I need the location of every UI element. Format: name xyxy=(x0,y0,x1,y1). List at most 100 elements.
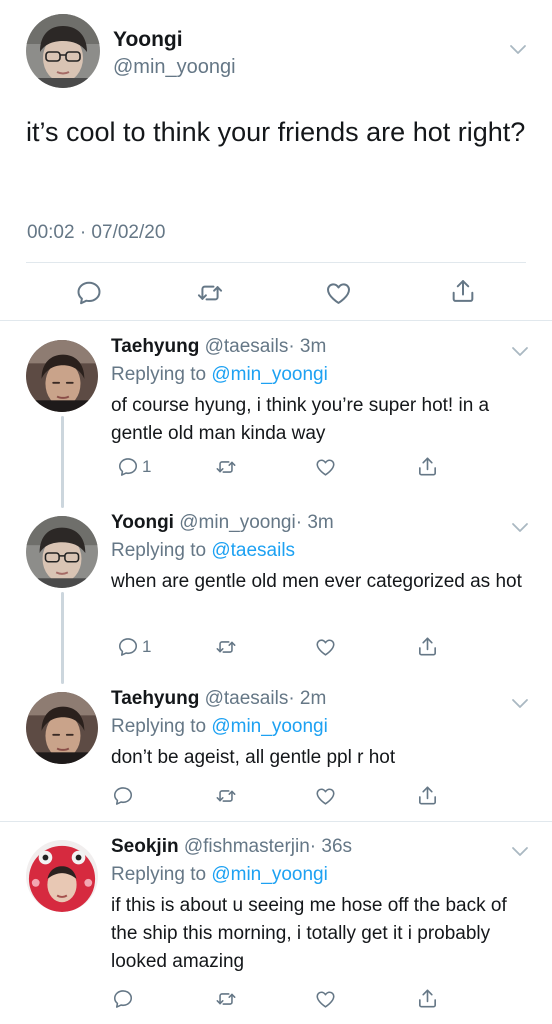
avatar-photo-seokjin xyxy=(26,840,98,912)
author-name[interactable]: Taehyung xyxy=(111,688,199,709)
share-icon xyxy=(416,784,439,807)
share-button[interactable] xyxy=(416,987,439,1010)
reply-text: when are gentle old men ever categorized… xyxy=(111,571,522,592)
author-name[interactable]: Seokjin xyxy=(111,836,179,857)
tweet-text: it’s cool to think your friends are hot … xyxy=(26,117,526,147)
replying-to-label: Replying to xyxy=(111,540,207,561)
retweet-icon xyxy=(214,785,238,807)
reply-tweet: Yoongi @min_yoongi· 3m Replying to @taes… xyxy=(0,498,552,668)
tweet-age: · 3m xyxy=(295,512,334,533)
author-handle[interactable]: @taesails xyxy=(205,688,289,709)
reply-button[interactable] xyxy=(75,279,103,307)
share-button[interactable] xyxy=(449,277,477,305)
reply-text: don’t be ageist, all gentle ppl r hot xyxy=(111,747,396,768)
reply-header: Yoongi @min_yoongi· 3m xyxy=(111,512,334,534)
like-icon xyxy=(314,785,337,807)
reply-header: Taehyung @taesails· 3m xyxy=(111,336,326,358)
avatar[interactable] xyxy=(26,516,98,588)
reply-button[interactable] xyxy=(112,785,134,807)
like-button[interactable] xyxy=(314,988,337,1010)
replying-to-label: Replying to xyxy=(111,364,207,385)
author-handle[interactable]: @min_yoongi xyxy=(179,512,295,533)
retweet-button[interactable] xyxy=(214,636,238,658)
retweet-button[interactable] xyxy=(214,456,238,478)
share-button[interactable] xyxy=(416,784,439,807)
tweet-actions xyxy=(0,276,552,310)
like-button[interactable] xyxy=(324,279,353,307)
tweet-age: · 2m xyxy=(288,688,327,709)
share-icon xyxy=(416,987,439,1010)
reply-tweet: Seokjin @fishmasterjin· 36s Replying to … xyxy=(0,822,552,1024)
reply-tweet: Taehyung @taesails· 3m Replying to @min_… xyxy=(0,322,552,492)
chevron-down-icon[interactable] xyxy=(511,346,529,358)
replying-to: Replying to @min_yoongi xyxy=(111,864,328,886)
reply-text: of course hyung, i think you’re super ho… xyxy=(111,395,490,444)
reply-icon xyxy=(117,636,139,658)
reply-count: 1 xyxy=(142,637,152,656)
chevron-down-icon[interactable] xyxy=(511,846,529,858)
retweet-button[interactable] xyxy=(214,988,238,1010)
tweet-age: · 3m xyxy=(288,336,327,357)
replying-to-link[interactable]: @min_yoongi xyxy=(211,864,327,885)
reply-header: Taehyung @taesails· 2m xyxy=(111,688,326,710)
like-icon xyxy=(324,279,353,307)
replying-to-link[interactable]: @min_yoongi xyxy=(211,364,327,385)
retweet-icon xyxy=(214,988,238,1010)
avatar-photo-taehyung xyxy=(26,340,98,412)
like-icon xyxy=(314,456,337,478)
share-button[interactable] xyxy=(416,455,439,478)
share-button[interactable] xyxy=(416,635,439,658)
reply-count: 1 xyxy=(142,457,152,476)
main-tweet: Yoongi @min_yoongi it’s cool to think yo… xyxy=(0,0,552,320)
avatar-photo-yoongi xyxy=(26,516,98,588)
author-handle[interactable]: @taesails xyxy=(205,336,289,357)
reply-icon xyxy=(112,785,134,807)
reply-button[interactable] xyxy=(112,988,134,1010)
avatar[interactable] xyxy=(26,692,98,764)
replying-to: Replying to @min_yoongi xyxy=(111,716,328,738)
chevron-down-icon[interactable] xyxy=(511,698,529,710)
replying-to-label: Replying to xyxy=(111,864,207,885)
reply-icon xyxy=(117,456,139,478)
like-button[interactable] xyxy=(314,785,337,807)
reply-icon xyxy=(75,279,103,307)
like-icon xyxy=(314,988,337,1010)
tweet-age: · 36s xyxy=(309,836,353,857)
chevron-down-icon[interactable] xyxy=(511,522,529,534)
share-icon xyxy=(416,635,439,658)
reply-button[interactable]: 1 xyxy=(117,636,151,658)
avatar[interactable] xyxy=(26,340,98,412)
reply-header: Seokjin @fishmasterjin· 36s xyxy=(111,836,352,858)
author-handle[interactable]: @fishmasterjin xyxy=(184,836,310,857)
reply-text: if this is about u seeing me hose off th… xyxy=(111,895,507,972)
avatar[interactable] xyxy=(26,840,98,912)
replying-to-link[interactable]: @taesails xyxy=(211,540,295,561)
like-button[interactable] xyxy=(314,456,337,478)
author-name[interactable]: Yoongi xyxy=(113,28,183,52)
reply-button[interactable]: 1 xyxy=(117,456,151,478)
replying-to: Replying to @taesails xyxy=(111,540,295,562)
divider xyxy=(0,320,552,321)
retweet-button[interactable] xyxy=(195,279,225,307)
divider xyxy=(26,262,526,263)
tweet-timestamp: 00:02 · 07/02/20 xyxy=(27,222,166,243)
retweet-button[interactable] xyxy=(214,785,238,807)
author-name[interactable]: Yoongi xyxy=(111,512,174,533)
reply-tweet: Taehyung @taesails· 2m Replying to @min_… xyxy=(0,674,552,820)
share-icon xyxy=(416,455,439,478)
author-handle[interactable]: @min_yoongi xyxy=(113,56,236,79)
avatar-photo-yoongi xyxy=(26,14,100,88)
reply-icon xyxy=(112,988,134,1010)
replying-to-label: Replying to xyxy=(111,716,207,737)
like-icon xyxy=(314,636,337,658)
chevron-down-icon[interactable] xyxy=(509,44,527,56)
replying-to-link[interactable]: @min_yoongi xyxy=(211,716,327,737)
like-button[interactable] xyxy=(314,636,337,658)
author-name[interactable]: Taehyung xyxy=(111,336,199,357)
retweet-icon xyxy=(214,456,238,478)
retweet-icon xyxy=(195,279,225,307)
retweet-icon xyxy=(214,636,238,658)
replying-to: Replying to @min_yoongi xyxy=(111,364,328,386)
avatar[interactable] xyxy=(26,14,100,88)
share-icon xyxy=(449,277,477,305)
